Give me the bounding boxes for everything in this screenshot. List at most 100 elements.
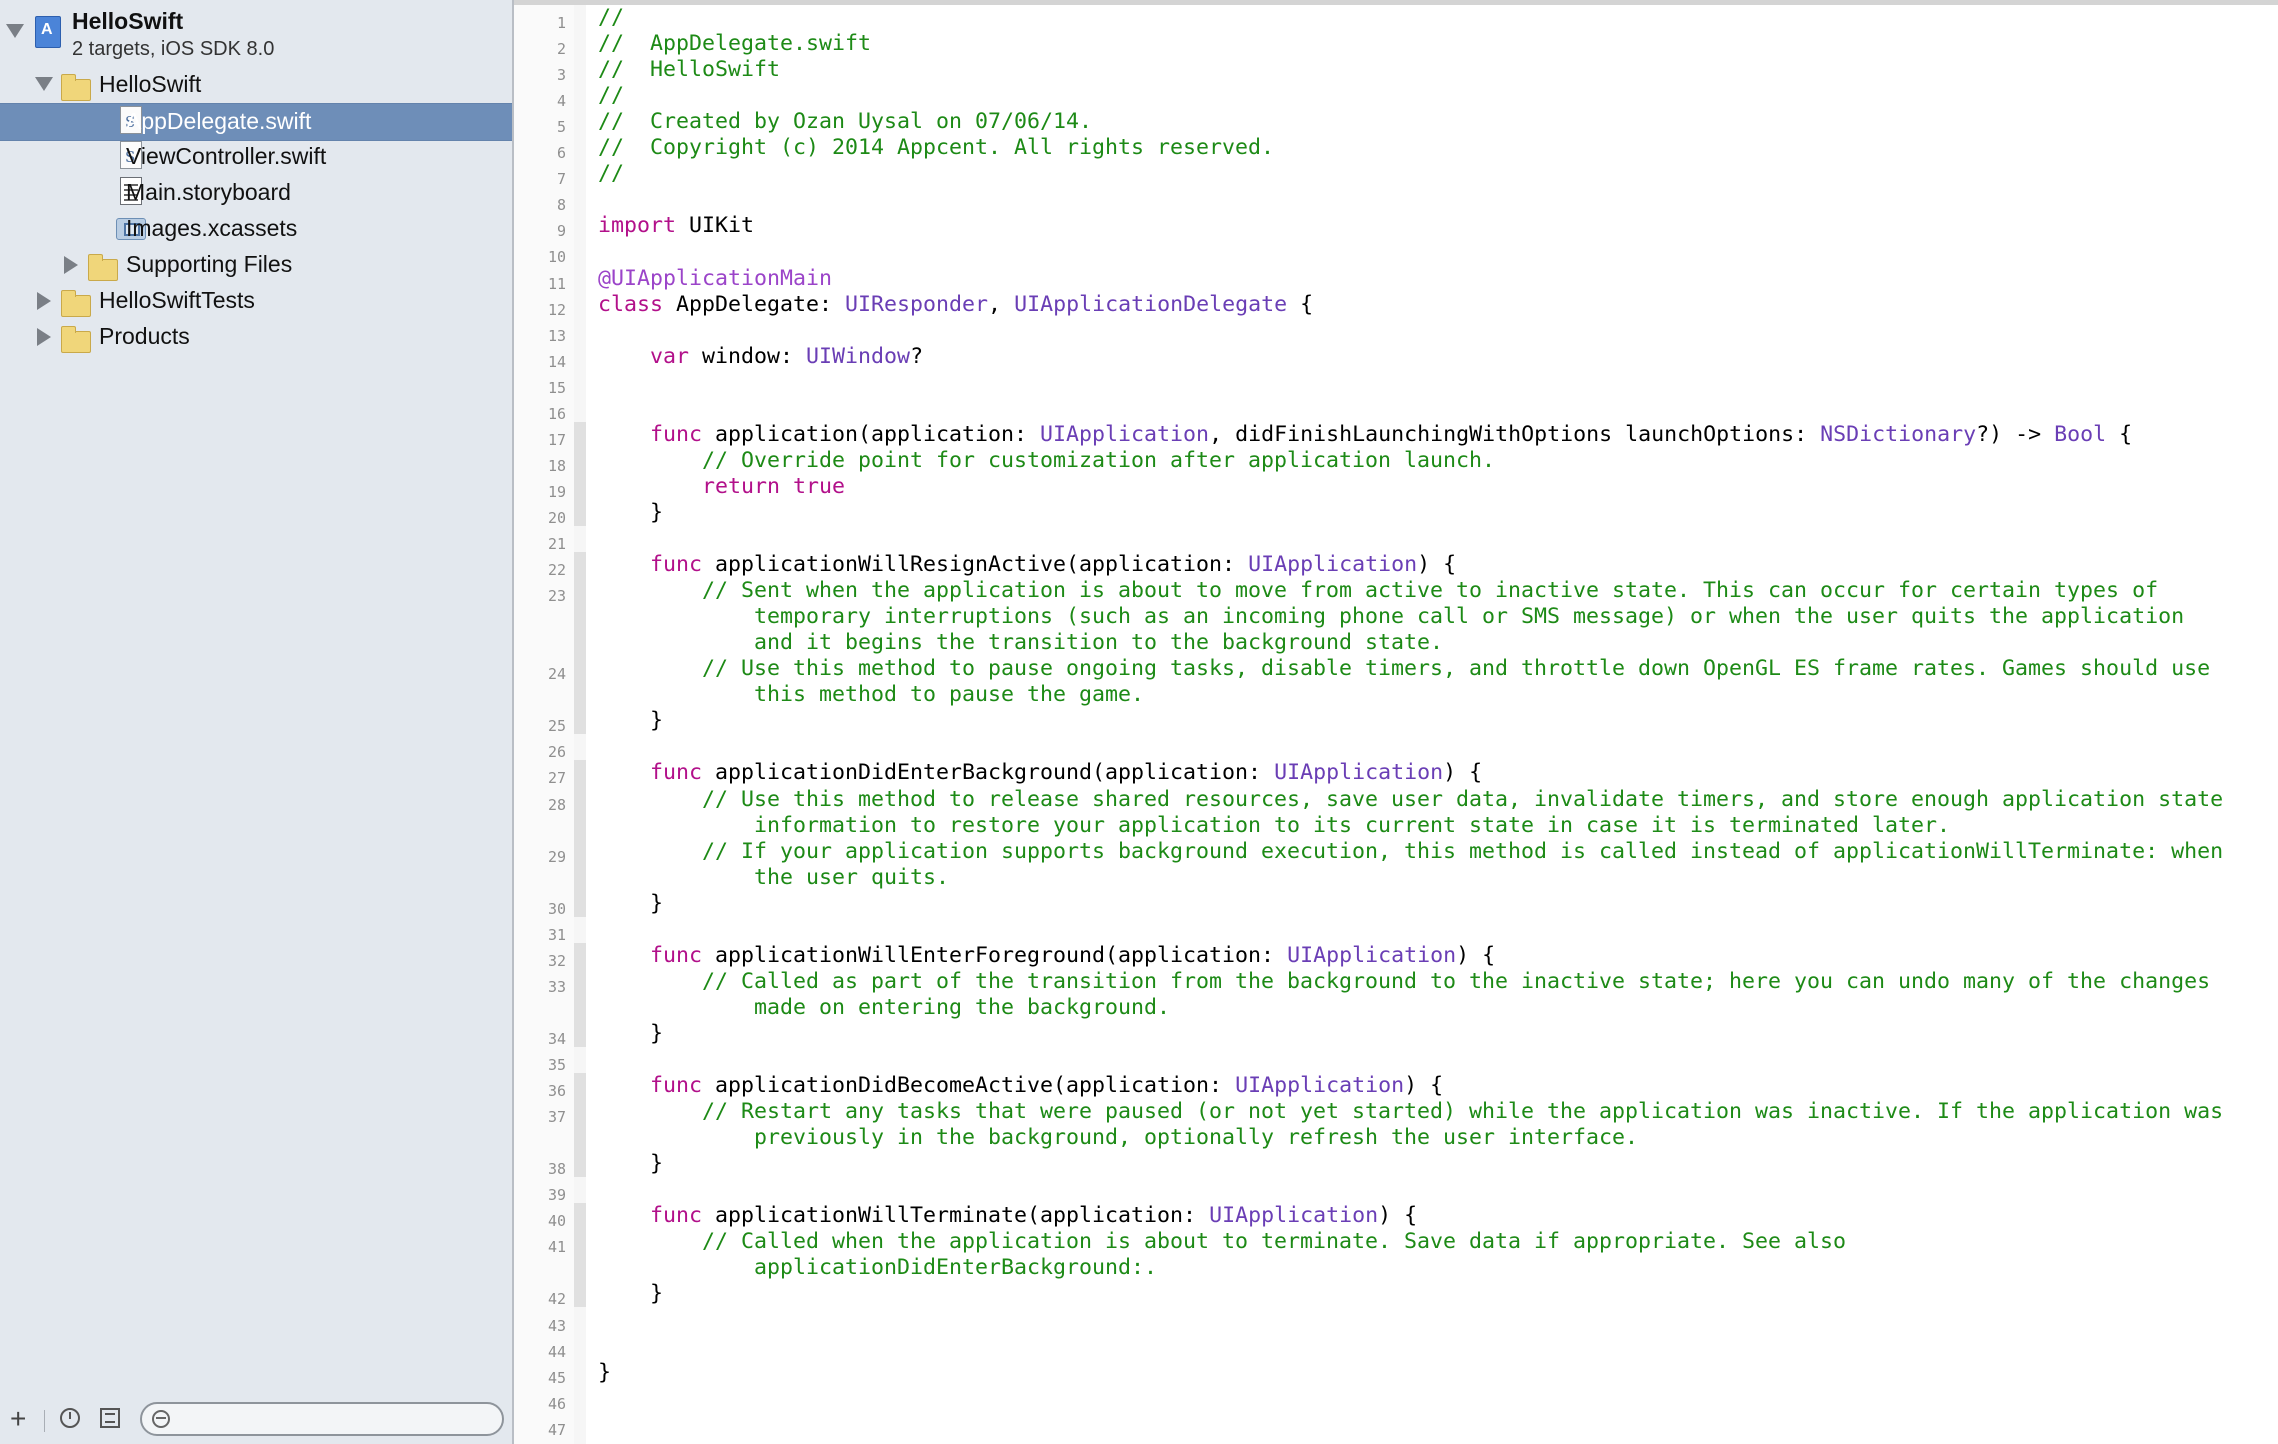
navigator-item-label: Images.xcassets <box>126 215 298 241</box>
line-number: 3 <box>556 66 566 85</box>
filter-input[interactable] <box>140 1402 504 1436</box>
code-line[interactable]: // Called when the application is about … <box>598 1229 1846 1255</box>
line-number: 31 <box>547 925 566 944</box>
navigator-item-helloswift[interactable]: HelloSwift <box>0 67 512 103</box>
code-line[interactable]: applicationDidEnterBackground:. <box>598 1255 1157 1281</box>
code-line[interactable]: // <box>598 5 624 31</box>
code-line[interactable]: // Created by Ozan Uysal on 07/06/14. <box>598 109 1092 135</box>
code-line[interactable]: temporary interruptions (such as an inco… <box>598 604 2184 630</box>
code-line[interactable]: } <box>598 708 663 734</box>
fold-region[interactable] <box>574 1073 586 1178</box>
code-comment: // Created by Ozan Uysal on 07/06/14. <box>598 109 1093 135</box>
code-line[interactable]: // Use this method to release shared res… <box>598 787 2223 813</box>
disclosure-closed-icon[interactable] <box>37 328 51 346</box>
code-line[interactable]: // HelloSwift <box>598 57 780 83</box>
code-line[interactable]: class AppDelegate: UIResponder, UIApplic… <box>598 292 1313 318</box>
disclosure-closed-icon[interactable] <box>37 292 51 310</box>
code-line[interactable]: and it begins the transition to the back… <box>598 630 1443 656</box>
code-token: application(application: <box>702 421 1041 447</box>
code-line[interactable]: } <box>598 1281 663 1307</box>
toolbar-divider <box>44 1410 45 1432</box>
code-line[interactable]: } <box>598 500 663 526</box>
code-line[interactable]: var window: UIWindow? <box>598 344 923 370</box>
filter-icon <box>152 1410 170 1428</box>
code-token: , didFinishLaunchingWithOptions launchOp… <box>1209 421 1821 447</box>
code-line[interactable]: this method to pause the game. <box>598 682 1144 708</box>
folder-icon <box>88 254 118 281</box>
code-line[interactable]: } <box>598 1360 611 1386</box>
fold-region[interactable] <box>574 421 586 526</box>
navigator-item-images-xcassets[interactable]: Images.xcassets <box>0 211 512 247</box>
code-line[interactable]: // If your application supports backgrou… <box>598 839 2223 865</box>
project-row[interactable]: HelloSwift 2 targets, iOS SDK 8.0 <box>0 0 512 66</box>
add-button[interactable]: + <box>10 1405 26 1433</box>
navigator-item-appdelegate-swift[interactable]: S AppDelegate.swift <box>0 103 512 141</box>
line-number: 47 <box>547 1420 566 1439</box>
code-line[interactable]: return true <box>598 474 845 500</box>
code-line[interactable]: // Use this method to pause ongoing task… <box>598 656 2210 682</box>
code-line[interactable]: @UIApplicationMain <box>598 266 832 292</box>
navigator-item-supporting-files[interactable]: Supporting Files <box>0 247 512 283</box>
fold-region[interactable] <box>574 942 586 1047</box>
code-line[interactable]: made on entering the background. <box>598 995 1170 1021</box>
code-line[interactable]: func applicationWillResignActive(applica… <box>598 552 1456 578</box>
line-number: 2 <box>556 40 566 59</box>
code-line[interactable]: // Override point for customization afte… <box>598 448 1495 474</box>
code-comment: this method to pause the game. <box>598 682 1145 708</box>
code-comment: temporary interruptions (such as an inco… <box>598 604 2185 630</box>
code-line[interactable]: func applicationDidBecomeActive(applicat… <box>598 1073 1443 1099</box>
source-control-filter-icon[interactable] <box>100 1408 120 1428</box>
code-line[interactable]: func applicationWillTerminate(applicatio… <box>598 1203 1417 1229</box>
fold-region[interactable] <box>574 1203 586 1308</box>
code-line[interactable]: } <box>598 1021 663 1047</box>
line-number: 42 <box>547 1290 566 1309</box>
code-line[interactable]: } <box>598 1151 663 1177</box>
navigator-item-helloswifttests[interactable]: HelloSwiftTests <box>0 283 512 319</box>
code-line[interactable]: func application(application: UIApplicat… <box>598 422 2132 448</box>
line-number: 28 <box>547 795 566 814</box>
line-number: 26 <box>547 743 566 762</box>
navigator-item-products[interactable]: Products <box>0 319 512 355</box>
code-type: UIApplicationDelegate <box>1014 291 1288 317</box>
recent-files-filter-icon[interactable] <box>60 1408 80 1428</box>
code-keyword: func <box>650 421 703 447</box>
code-line[interactable]: // Copyright (c) 2014 Appcent. All right… <box>598 135 1274 161</box>
editor-top-border <box>514 0 2278 5</box>
code-line[interactable]: func applicationWillEnterForeground(appl… <box>598 943 1495 969</box>
disclosure-open-icon[interactable] <box>6 24 24 38</box>
code-line[interactable]: // AppDelegate.swift <box>598 31 871 57</box>
line-number: 19 <box>547 482 566 501</box>
line-number: 34 <box>547 1029 566 1048</box>
navigator-item-main-storyboard[interactable]: Main.storyboard <box>0 175 512 211</box>
code-token: ?) -> <box>1976 421 2055 447</box>
code-keyword: return <box>702 473 781 499</box>
source-editor[interactable]: 1 2 3 4 5 6 7 8 9 10 11 12 13 14 15 16 17 18 19 20 21 22 23 24 2… <box>514 0 2278 1444</box>
disclosure-closed-icon[interactable] <box>64 256 78 274</box>
code-line[interactable]: func applicationDidEnterBackground(appli… <box>598 760 1482 786</box>
code-line[interactable]: // <box>598 161 624 187</box>
line-number: 5 <box>556 118 566 137</box>
code-line[interactable]: the user quits. <box>598 865 949 891</box>
code-line[interactable]: // <box>598 83 624 109</box>
line-number: 38 <box>547 1160 566 1179</box>
code-line[interactable]: previously in the background, optionally… <box>598 1125 1638 1151</box>
navigator-item-viewcontroller-swift[interactable]: S ViewController.swift <box>0 139 512 175</box>
navigator-item-label: HelloSwiftTests <box>99 287 255 313</box>
code-line[interactable]: import UIKit <box>598 213 754 239</box>
code-comment: // Sent when the application is about to… <box>598 578 2159 604</box>
code-line[interactable]: // Called as part of the transition from… <box>598 969 2210 995</box>
line-number: 30 <box>547 899 566 918</box>
code-line[interactable]: information to restore your application … <box>598 813 1950 839</box>
code-type: UIApplication <box>1209 1203 1379 1229</box>
code-line[interactable]: // Restart any tasks that were paused (o… <box>598 1099 2223 1125</box>
disclosure-open-icon[interactable] <box>35 77 53 91</box>
fold-region[interactable] <box>574 760 586 917</box>
fold-region[interactable] <box>574 552 586 735</box>
code-line[interactable]: } <box>598 891 663 917</box>
code-line[interactable]: // Sent when the application is about to… <box>598 578 2158 604</box>
line-number: 41 <box>547 1238 566 1257</box>
code-type: UIApplication <box>1287 942 1457 968</box>
line-number: 43 <box>547 1316 566 1335</box>
